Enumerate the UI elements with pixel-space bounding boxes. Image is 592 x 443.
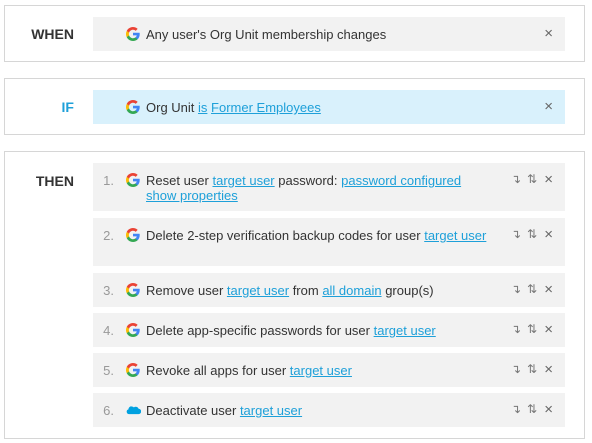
then-section: THEN 1. Reset user target user password: … <box>4 151 585 439</box>
move-down-icon[interactable]: ↴ <box>511 282 521 297</box>
step-text-part: password: <box>274 173 342 188</box>
reorder-icon[interactable]: ⇅ <box>527 402 537 417</box>
then-label: THEN <box>35 173 74 189</box>
condition-row[interactable]: Org Unit is Former Employees × <box>93 90 565 124</box>
step-text-part: Reset user <box>146 173 213 188</box>
google-icon <box>126 323 140 337</box>
move-down-icon[interactable]: ↴ <box>511 172 521 187</box>
reorder-icon[interactable]: ⇅ <box>527 362 537 377</box>
step-text-part: from <box>289 283 323 298</box>
reorder-icon[interactable]: ⇅ <box>527 282 537 297</box>
trigger-row[interactable]: Any user's Org Unit membership changes × <box>93 17 565 51</box>
step-parameter-link[interactable]: target user <box>240 403 302 418</box>
step-text: Deactivate user target user <box>146 403 495 418</box>
step-text-part: Delete app-specific passwords for user <box>146 323 374 338</box>
action-step-row[interactable]: 2. Delete 2-step verification backup code… <box>93 218 565 266</box>
remove-step-close-icon[interactable]: × <box>544 322 553 337</box>
reorder-icon[interactable]: ⇅ <box>527 322 537 337</box>
move-down-icon[interactable]: ↴ <box>511 362 521 377</box>
step-number: 2. <box>103 228 114 243</box>
remove-trigger-close-icon[interactable]: × <box>544 26 553 41</box>
remove-step-close-icon[interactable]: × <box>544 227 553 242</box>
step-number: 4. <box>103 323 114 338</box>
step-parameter-link[interactable]: target user <box>424 228 486 243</box>
remove-step-close-icon[interactable]: × <box>544 172 553 187</box>
google-icon <box>126 363 140 377</box>
step-text-part: Deactivate user <box>146 403 240 418</box>
step-text-part: group(s) <box>381 283 434 298</box>
google-icon <box>126 100 140 114</box>
action-step-row[interactable]: 5. Revoke all apps for user target user ↴ ⇅… <box>93 353 565 387</box>
step-parameter-link[interactable]: all domain <box>322 283 381 298</box>
step-parameter-link[interactable]: target user <box>212 173 274 188</box>
google-icon <box>126 283 140 297</box>
remove-step-close-icon[interactable]: × <box>544 282 553 297</box>
reorder-icon[interactable]: ⇅ <box>527 172 537 187</box>
condition-text: Org Unit is Former Employees <box>146 100 495 115</box>
condition-value-link[interactable]: Former Employees <box>211 100 321 115</box>
step-text: Remove user target user from all domain … <box>146 283 495 298</box>
action-step-row[interactable]: 3. Remove user target user from all domai… <box>93 273 565 307</box>
step-text-part: Revoke all apps for user <box>146 363 290 378</box>
step-text-part: Remove user <box>146 283 227 298</box>
step-parameter-link[interactable]: target user <box>374 323 436 338</box>
step-number: 1. <box>103 173 114 188</box>
google-icon <box>126 228 140 242</box>
google-icon <box>126 173 140 187</box>
google-icon <box>126 27 140 41</box>
action-step-row[interactable]: 6. Deactivate user target user ↴ ⇅ × <box>93 393 565 427</box>
step-text: Reset user target user password: passwor… <box>146 173 495 203</box>
when-label: WHEN <box>31 26 74 42</box>
if-label: IF <box>61 99 74 115</box>
condition-operator-link[interactable]: is <box>198 100 207 115</box>
action-step-row[interactable]: 4. Delete app-specific passwords for user… <box>93 313 565 347</box>
remove-condition-close-icon[interactable]: × <box>544 99 553 114</box>
step-text-part: Delete 2-step verification backup codes … <box>146 228 425 243</box>
step-parameter-link[interactable]: target user <box>290 363 352 378</box>
step-text: Delete 2-step verification backup codes … <box>146 228 495 243</box>
step-text: Delete app-specific passwords for user t… <box>146 323 495 338</box>
step-number: 3. <box>103 283 114 298</box>
salesforce-icon <box>126 406 141 415</box>
condition-prefix: Org Unit <box>146 100 199 115</box>
reorder-icon[interactable]: ⇅ <box>527 227 537 242</box>
step-number: 6. <box>103 403 114 418</box>
trigger-text: Any user's Org Unit membership changes <box>146 27 387 42</box>
remove-step-close-icon[interactable]: × <box>544 362 553 377</box>
action-step-row[interactable]: 1. Reset user target user password: passw… <box>93 163 565 211</box>
move-down-icon[interactable]: ↴ <box>511 227 521 242</box>
move-down-icon[interactable]: ↴ <box>511 322 521 337</box>
step-number: 5. <box>103 363 114 378</box>
step-parameter-link[interactable]: target user <box>227 283 289 298</box>
step-text: Revoke all apps for user target user <box>146 363 495 378</box>
move-down-icon[interactable]: ↴ <box>511 402 521 417</box>
if-section: IF Org Unit is Former Employees × <box>4 78 585 135</box>
remove-step-close-icon[interactable]: × <box>544 402 553 417</box>
when-section: WHEN Any user's Org Unit membership chan… <box>4 5 585 62</box>
